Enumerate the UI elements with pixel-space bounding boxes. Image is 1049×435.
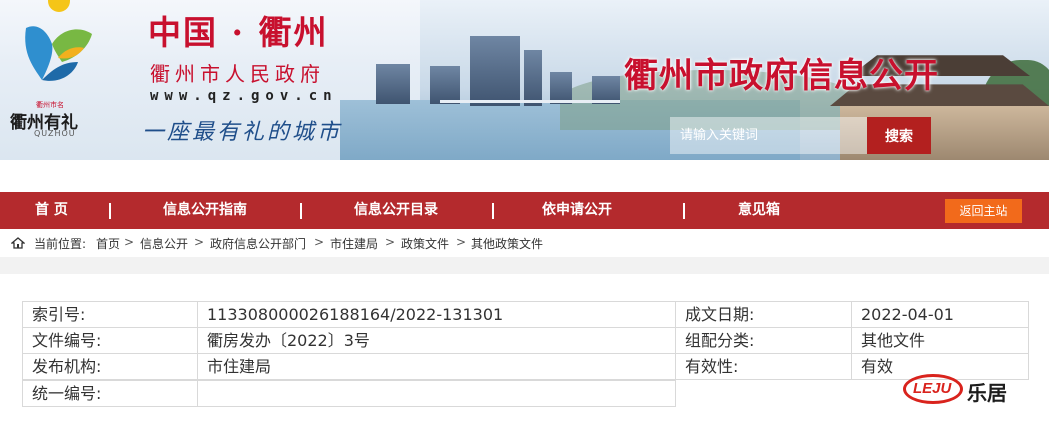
info-value: 衢房发办〔2022〕3号 xyxy=(197,327,676,354)
info-value xyxy=(197,380,676,407)
logo-pinyin-text: QUZHOU xyxy=(34,129,76,138)
nav-separator xyxy=(300,203,302,219)
logo-mark-icon xyxy=(25,26,92,81)
site-title: 中国 · 衢州 xyxy=(148,13,329,52)
search-input[interactable] xyxy=(670,117,867,154)
site-subtitle: 衢州市人民政府 xyxy=(150,62,325,86)
breadcrumb-separator: > xyxy=(385,235,396,249)
breadcrumb-label: 当前位置: xyxy=(34,237,87,251)
home-icon xyxy=(11,237,25,249)
nav-item-request[interactable]: 依申请公开 xyxy=(542,192,612,229)
site-url: www.qz.gov.cn xyxy=(150,88,338,104)
info-value: 113308000026188164/2022-131301 xyxy=(197,301,676,328)
info-key: 组配分类: xyxy=(675,327,852,354)
nav-separator xyxy=(492,203,494,219)
breadcrumb-item-bureau[interactable]: 市住建局 xyxy=(330,235,378,252)
watermark-text: 乐居 xyxy=(967,381,1007,405)
info-key: 统一编号: xyxy=(22,380,198,407)
banner-building xyxy=(376,64,410,104)
breadcrumb-item-info[interactable]: 信息公开 xyxy=(140,235,188,252)
nav-item-home[interactable]: 首 页 xyxy=(35,192,68,229)
site-banner: 衢州市名 衢州有礼 QUZHOU 中国 · 衢州 衢州市人民政府 www.qz.… xyxy=(0,0,1049,160)
breadcrumb-separator: > xyxy=(456,235,467,249)
banner-building xyxy=(524,50,542,106)
nav-separator xyxy=(109,203,111,219)
section-divider xyxy=(0,257,1049,274)
site-slogan: 一座最有礼的城市 xyxy=(142,120,343,145)
info-value: 其他文件 xyxy=(851,327,1029,354)
breadcrumb-item-home[interactable]: 首页 xyxy=(96,235,120,252)
breadcrumb-separator: > xyxy=(194,235,205,249)
city-logo[interactable]: 衢州市名 衢州有礼 QUZHOU xyxy=(8,0,108,138)
info-value: 2022-04-01 xyxy=(851,301,1029,328)
breadcrumb-item-other-policy[interactable]: 其他政策文件 xyxy=(471,235,543,252)
leju-watermark: LEJU 乐居 xyxy=(903,372,1043,408)
logo-sun-icon xyxy=(48,0,70,12)
leju-logo-icon: LEJU xyxy=(903,374,963,404)
info-key: 成文日期: xyxy=(675,301,852,328)
info-key: 文件编号: xyxy=(22,327,198,354)
info-key: 索引号: xyxy=(22,301,198,328)
info-key: 发布机构: xyxy=(22,353,198,380)
nav-item-guide[interactable]: 信息公开指南 xyxy=(163,192,247,229)
banner-building xyxy=(430,66,460,104)
main-nav: 首 页 信息公开指南 信息公开目录 依申请公开 意见箱 xyxy=(0,192,1049,229)
return-home-button[interactable]: 返回主站 xyxy=(945,199,1022,223)
info-key: 有效性: xyxy=(675,353,852,380)
banner-building xyxy=(470,36,520,106)
banner-bridge xyxy=(440,100,620,108)
nav-separator xyxy=(683,203,685,219)
breadcrumb: 当前位置: 首页 > 信息公开 > 政府信息公开部门 > 市住建局 > 政策文件… xyxy=(0,229,1049,257)
info-value: 市住建局 xyxy=(197,353,676,380)
nav-item-catalog[interactable]: 信息公开目录 xyxy=(354,192,438,229)
breadcrumb-item-policy[interactable]: 政策文件 xyxy=(401,235,449,252)
breadcrumb-item-departments[interactable]: 政府信息公开部门 xyxy=(210,235,306,252)
breadcrumb-separator: > xyxy=(124,235,135,249)
search-button[interactable]: 搜索 xyxy=(867,117,931,154)
nav-item-feedback[interactable]: 意见箱 xyxy=(738,192,780,229)
nav-spacer xyxy=(0,160,1049,192)
breadcrumb-separator: > xyxy=(314,235,325,249)
portal-title: 衢州市政府信息公开 xyxy=(624,56,939,96)
